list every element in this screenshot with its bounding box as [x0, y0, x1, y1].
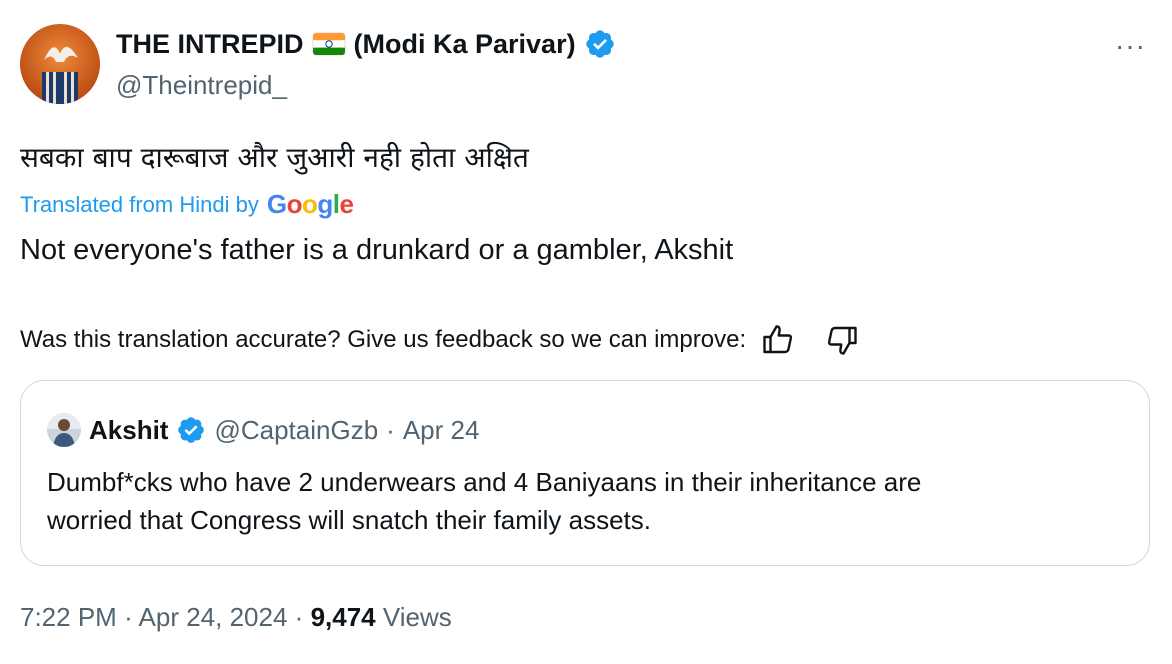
- views-label: Views: [382, 602, 452, 632]
- quoted-author-name[interactable]: Akshit: [89, 415, 168, 446]
- quoted-tweet-card[interactable]: Akshit @CaptainGzb · Apr 24 Dumbf*cks wh…: [20, 380, 1150, 566]
- author-display-name[interactable]: THE INTREPID: [116, 29, 304, 60]
- meta-separator: ·: [124, 602, 133, 632]
- thumbs-down-icon[interactable]: [824, 322, 860, 358]
- feedback-prompt: Was this translation accurate? Give us f…: [20, 326, 747, 353]
- tweet-time[interactable]: 7:22 PM: [20, 602, 117, 632]
- translation-feedback: Was this translation accurate? Give us f…: [20, 322, 860, 358]
- thumbs-up-icon[interactable]: [760, 322, 796, 358]
- quoted-author-avatar[interactable]: [47, 413, 81, 447]
- google-logo: Google: [266, 189, 354, 219]
- quoted-author-handle[interactable]: @CaptainGzb: [214, 415, 378, 446]
- meta-separator: ·: [386, 414, 395, 445]
- translated-by-text: Translated from Hindi by: [20, 191, 259, 217]
- quoted-tweet-header: Akshit @CaptainGzb · Apr 24: [47, 413, 479, 447]
- author-avatar[interactable]: [20, 24, 100, 104]
- quoted-tweet-line: Dumbf*cks who have 2 underwears and 4 Ba…: [47, 467, 922, 497]
- tweet-original-text: सबका बाप दारूबाज और जुआरी नही होता अक्षि…: [20, 141, 529, 174]
- tweet-translation-text: Not everyone's father is a drunkard or a…: [20, 234, 734, 266]
- tweet-date[interactable]: Apr 24, 2024: [139, 602, 288, 632]
- verified-badge-icon[interactable]: [176, 415, 206, 445]
- author-name-row[interactable]: THE INTREPID (Modi Ka Parivar): [116, 28, 616, 60]
- meta-separator: ·: [294, 602, 304, 632]
- quoted-tweet-date[interactable]: Apr 24: [403, 415, 480, 446]
- quoted-tweet-text: Dumbf*cks who have 2 underwears and 4 Ba…: [47, 463, 1117, 539]
- quoted-tweet-line: worried that Congress will snatch their …: [47, 505, 652, 535]
- tweet-footer: 7:22 PM · Apr 24, 2024 · 9,474 Views: [20, 602, 452, 633]
- author-handle[interactable]: @Theintrepid_: [116, 70, 287, 101]
- author-party-tag[interactable]: (Modi Ka Parivar): [354, 29, 576, 60]
- more-options-icon[interactable]: ···: [1115, 30, 1146, 62]
- india-flag-icon: [312, 32, 346, 56]
- views-count[interactable]: 9,474: [311, 602, 376, 632]
- verified-badge-icon[interactable]: [584, 28, 616, 60]
- translated-from-label[interactable]: Translated from Hindi by Google: [20, 189, 354, 220]
